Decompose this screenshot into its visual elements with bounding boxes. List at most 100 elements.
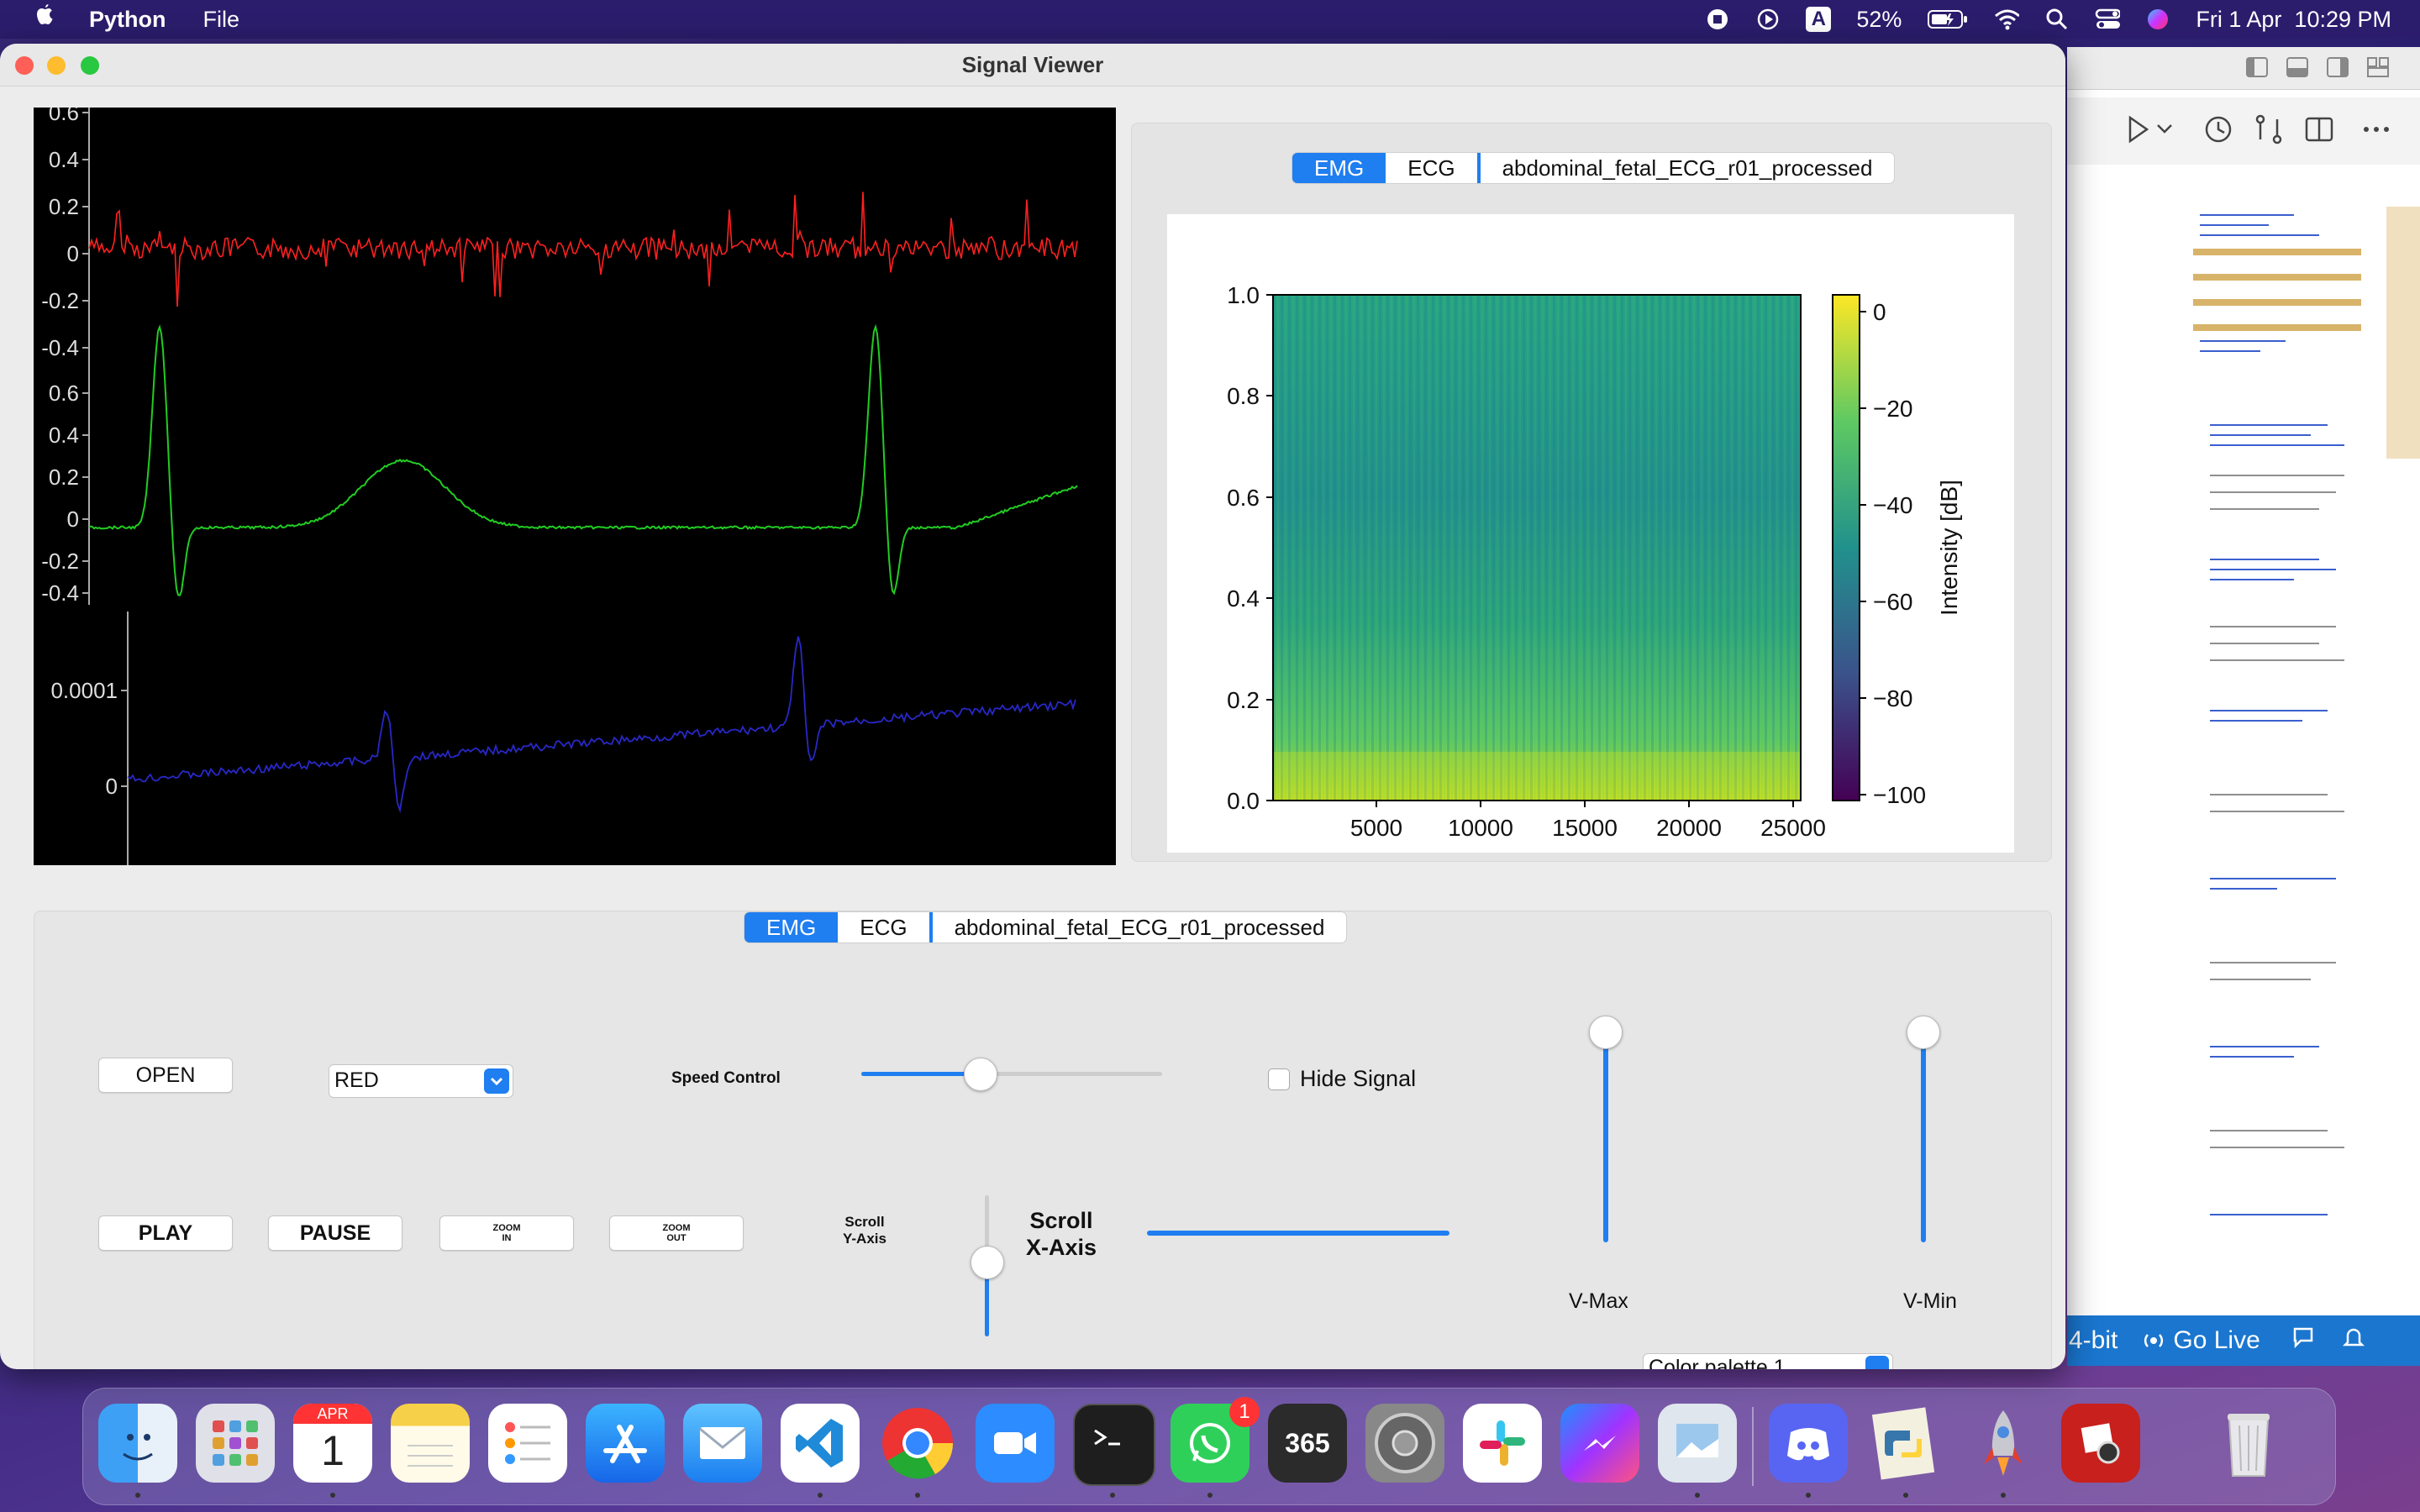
photo-booth-icon[interactable] — [2061, 1404, 2140, 1483]
channel-3-signal-line — [127, 636, 1076, 814]
colorbar-tick-5: −100 — [1873, 782, 1926, 808]
scroll-x-line2: X-Axis — [1026, 1235, 1097, 1260]
notifications-bell-icon[interactable] — [2341, 1325, 2366, 1357]
finder-icon[interactable] — [98, 1404, 177, 1483]
spec-xtick-4: 25000 — [1760, 815, 1826, 841]
spec-ytick-0: 0.0 — [1227, 788, 1260, 814]
notes-icon[interactable] — [391, 1404, 470, 1483]
reminders-icon[interactable] — [488, 1404, 567, 1483]
python-launcher-icon[interactable] — [1866, 1404, 1945, 1483]
scroll-x-label: Scroll X-Axis — [1026, 1207, 1097, 1261]
wifi-icon[interactable] — [1994, 7, 2020, 32]
office-365-icon[interactable]: 365 — [1268, 1404, 1347, 1483]
ch1-tick-2: 0.2 — [49, 194, 79, 219]
colorbar-tick-3: −60 — [1873, 589, 1913, 615]
editor-scroll-indicator[interactable] — [2386, 207, 2420, 459]
mail-icon[interactable] — [683, 1404, 762, 1483]
siri-icon[interactable] — [2145, 7, 2170, 32]
spotlight-search-icon[interactable] — [2044, 7, 2070, 32]
vmin-track — [1921, 1032, 1926, 1242]
zoom-in-button[interactable]: ZOOM IN — [439, 1215, 574, 1251]
run-icon[interactable] — [2126, 113, 2176, 150]
ch2-tick-4: -0.2 — [41, 549, 79, 574]
colorbar-tick-4: −80 — [1873, 685, 1913, 711]
terminal-icon[interactable] — [1073, 1404, 1155, 1486]
system-preferences-icon[interactable] — [1365, 1404, 1444, 1483]
play-button[interactable]: PLAY — [98, 1215, 233, 1251]
split-editor-icon[interactable] — [2302, 113, 2336, 150]
trash-icon[interactable] — [2209, 1404, 2288, 1483]
menu-bar: Python File A 52% Fri 1 Apr 10:29 PM — [0, 0, 2420, 39]
calendar-month: APR — [293, 1404, 372, 1424]
vscode-window: 4-bit Go Live — [2067, 47, 2420, 1366]
palette-select[interactable]: Color palette 1 — [1643, 1353, 1893, 1369]
office-365-label: 365 — [1285, 1427, 1330, 1458]
control-tab-ecg[interactable]: ECG — [838, 912, 929, 942]
vmax-slider[interactable] — [1587, 1016, 1624, 1251]
preview-icon[interactable] — [1658, 1404, 1737, 1483]
signal-plots-svg: 0.6 0.4 0.2 0 -0.2 -0.4 0.6 0.4 0.2 0 -0.2 -0.4 0.… — [41, 100, 1078, 865]
signal-viewer-window: Signal Viewer 0.6 0.4 0.2 0 -0.2 -0.4 0.6 0.4 0… — [0, 44, 2065, 1369]
file-menu[interactable]: File — [203, 7, 240, 33]
open-button[interactable]: OPEN — [98, 1058, 233, 1093]
spectrogram-tab-ecg[interactable]: ECG — [1386, 153, 1476, 183]
chevron-down-icon — [484, 1068, 509, 1094]
vmin-slider[interactable] — [1905, 1016, 1942, 1251]
apple-menu-icon[interactable] — [32, 3, 57, 35]
control-tab-file[interactable]: abdominal_fetal_ECG_r01_processed — [929, 912, 1347, 942]
color-select[interactable]: RED — [329, 1064, 513, 1098]
chrome-icon[interactable] — [878, 1404, 957, 1483]
calendar-icon[interactable]: APR 1 — [293, 1404, 372, 1483]
signal-plot-area[interactable]: 0.6 0.4 0.2 0 -0.2 -0.4 0.6 0.4 0.2 0 -0.2 -0.4 0.… — [34, 100, 1116, 865]
spec-xtick-0: 5000 — [1350, 815, 1402, 841]
pause-button[interactable]: PAUSE — [268, 1215, 402, 1251]
slack-icon[interactable] — [1463, 1404, 1542, 1483]
rocket-running-dot — [2001, 1493, 2006, 1498]
speed-slider[interactable] — [861, 1056, 1162, 1093]
scroll-x-track — [1147, 1231, 1449, 1236]
ch3-tick-0: 0.0001 — [50, 678, 118, 703]
discord-icon[interactable] — [1769, 1404, 1848, 1483]
go-live-button[interactable]: Go Live — [2173, 1326, 2260, 1355]
go-live-icon[interactable] — [2141, 1328, 2166, 1353]
status-encoding[interactable]: 4-bit — [2069, 1326, 2118, 1355]
control-tab-emg[interactable]: EMG — [744, 912, 839, 942]
spectrogram-tab-file[interactable]: abdominal_fetal_ECG_r01_processed — [1476, 153, 1895, 183]
vscode-icon[interactable] — [781, 1404, 860, 1483]
feedback-icon[interactable] — [2291, 1325, 2316, 1357]
channel-2-signal-line — [88, 323, 1078, 596]
more-actions-icon[interactable] — [2360, 113, 2393, 150]
colorbar-tick-2: −40 — [1873, 492, 1913, 518]
app-name-menu[interactable]: Python — [89, 7, 166, 33]
zoom-out-button[interactable]: ZOOM OUT — [609, 1215, 744, 1251]
speed-slider-knob[interactable] — [963, 1058, 997, 1091]
zoom-icon[interactable] — [976, 1404, 1055, 1483]
vmax-knob[interactable] — [1589, 1016, 1623, 1049]
battery-icon[interactable] — [1927, 7, 1969, 32]
scroll-x-line1: Scroll — [1029, 1208, 1093, 1233]
stop-recording-icon[interactable] — [1705, 7, 1730, 32]
compare-changes-icon[interactable] — [2252, 113, 2286, 150]
scroll-y-knob[interactable] — [971, 1246, 1004, 1279]
app-store-icon[interactable] — [586, 1404, 665, 1483]
spectrogram-panel: EMG ECG abdominal_fetal_ECG_r01_processe… — [1131, 123, 2052, 862]
spectrogram-tab-emg[interactable]: EMG — [1292, 153, 1386, 183]
dock-separator — [1752, 1407, 1754, 1486]
hide-signal-checkbox[interactable]: Hide Signal — [1268, 1066, 1416, 1092]
zoom-in-line1: ZOOM — [492, 1223, 521, 1233]
control-center-icon[interactable] — [2095, 7, 2121, 32]
vmin-label: V-Min — [1903, 1289, 1957, 1313]
scroll-y-slider[interactable] — [969, 1195, 1006, 1336]
timeline-icon[interactable] — [2202, 113, 2235, 150]
messenger-icon[interactable] — [1560, 1404, 1639, 1483]
checkbox-box[interactable] — [1268, 1068, 1290, 1090]
rocket-icon[interactable] — [1964, 1404, 2043, 1483]
scroll-x-slider[interactable] — [1147, 1215, 1449, 1249]
spec-xtick-2: 15000 — [1552, 815, 1618, 841]
spec-ytick-2: 0.4 — [1227, 585, 1260, 612]
play-circle-icon[interactable] — [1755, 7, 1781, 32]
vmin-knob[interactable] — [1907, 1016, 1940, 1049]
menu-clock[interactable]: Fri 1 Apr 10:29 PM — [2196, 7, 2391, 33]
input-source-icon[interactable]: A — [1806, 7, 1832, 32]
launchpad-icon[interactable] — [196, 1404, 275, 1483]
